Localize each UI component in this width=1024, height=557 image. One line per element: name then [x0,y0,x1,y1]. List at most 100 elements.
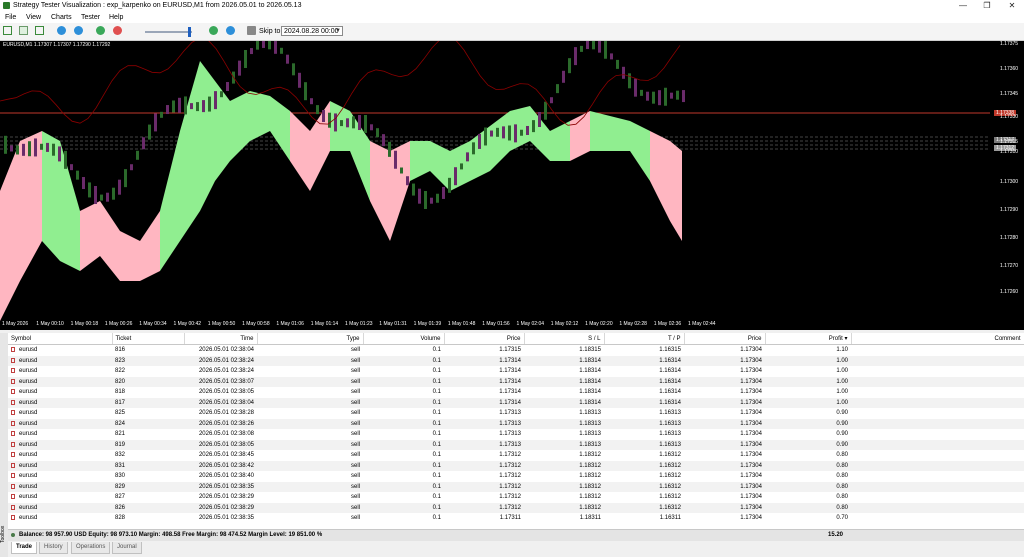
candle [466,152,469,162]
tab-operations[interactable]: Operations [71,542,111,554]
table-row[interactable]: eurusd 819 2026.05.01 02:38:05 sell 0.1 1.173… [8,439,1024,450]
col-stop-loss[interactable]: S / L [524,333,605,345]
stop-icon[interactable] [113,26,122,35]
table-row[interactable]: eurusd 823 2026.05.01 02:38:24 sell 0.1 1.173… [8,355,1024,366]
step-forward-icon[interactable] [209,26,218,35]
trade-table: Symbol Ticket Time Type Volume Price S /… [8,333,1024,542]
col-symbol[interactable]: Symbol [8,333,113,345]
symbol-text: eurusd [19,504,38,511]
cell-stop-loss: 1.18311 [579,515,601,522]
col-take-profit[interactable]: T / P [604,333,685,345]
x-axis-label: 1 May 00:34 [139,321,167,327]
table-row[interactable]: eurusd 828 2026.05.01 02:38:35 sell 0.1 1.173… [8,513,1024,524]
table-row[interactable]: eurusd 832 2026.05.01 02:38:45 sell 0.1 1.173… [8,450,1024,461]
col-price-current[interactable]: Price [684,333,766,345]
cell-time: 2026.05.01 02:38:08 [198,431,254,438]
cloud-segment [270,96,290,161]
zoom-out-icon[interactable] [74,26,83,35]
zoom-in-icon[interactable] [57,26,66,35]
skip-to-date-value: 2024.08.28 00:00 [284,28,339,35]
table-row[interactable]: eurusd 825 2026.05.01 02:38:28 sell 0.1 1.173… [8,408,1024,419]
skip-icon[interactable] [247,26,256,35]
cell-time: 2026.05.01 02:38:04 [198,347,254,354]
tab-history[interactable]: History [39,542,68,554]
cell-price-open: 1.17311 [499,515,521,522]
cell-ticket: 831 [112,460,184,471]
table-row[interactable]: eurusd 822 2026.05.01 02:38:24 sell 0.1 1.173… [8,366,1024,377]
cell-price-open: 1.17312 [444,481,524,492]
tab-journal[interactable]: Journal [112,542,142,554]
cloud-segment [490,111,510,171]
table-row[interactable]: eurusd 820 2026.05.01 02:38:07 sell 0.1 1.173… [8,376,1024,387]
cell-type: sell [350,368,360,375]
col-time[interactable]: Time [184,333,258,345]
sell-order-icon [11,473,15,479]
candle [202,100,205,113]
minimize-button[interactable]: — [951,0,975,12]
table-row[interactable]: eurusd 827 2026.05.01 02:38:29 sell 0.1 1.173… [8,492,1024,503]
skip-to-date-input[interactable]: 2024.08.28 00:00 ▼ [281,26,343,36]
table-row[interactable]: eurusd 831 2026.05.01 02:38:42 sell 0.1 1.173… [8,460,1024,471]
col-type[interactable]: Type [257,333,364,345]
maximize-button[interactable]: ❐ [975,0,999,12]
candle [16,145,19,155]
cell-take-profit: 1.16311 [659,515,681,522]
symbol-text: eurusd [19,378,38,385]
table-row[interactable]: eurusd 826 2026.05.01 02:38:29 sell 0.1 1.173… [8,502,1024,513]
menu-tester[interactable]: Tester [81,13,100,22]
cell-take-profit: 1.16314 [659,368,681,375]
candle [514,124,517,143]
table-row[interactable]: eurusd 824 2026.05.01 02:38:26 sell 0.1 1.173… [8,418,1024,429]
tab-trade[interactable]: Trade [11,542,38,554]
cell-price-open: 1.17313 [444,418,524,429]
bar-chart-icon[interactable] [19,26,28,35]
x-axis-label: 1 May 01:14 [310,321,339,327]
col-price-open[interactable]: Price [444,333,525,345]
candle [280,47,283,54]
candle [136,150,139,160]
cell-comment [851,366,1024,377]
chart-type-icon[interactable] [3,26,12,35]
candles-icon[interactable] [35,26,44,35]
table-row[interactable]: eurusd 818 2026.05.01 02:38:05 sell 0.1 1.173… [8,387,1024,398]
col-comment[interactable]: Comment [851,333,1024,345]
cell-comment [851,492,1024,503]
candle [40,143,43,150]
cell-price-open: 1.17314 [499,368,521,375]
col-volume[interactable]: Volume [363,333,445,345]
x-axis-label: 1 May 00:58 [242,321,270,327]
table-row[interactable]: eurusd 829 2026.05.01 02:38:35 sell 0.1 1.173… [8,481,1024,492]
menu-help[interactable]: Help [109,13,123,22]
cell-time: 2026.05.01 02:38:05 [198,389,254,396]
table-row[interactable]: eurusd 821 2026.05.01 02:38:08 sell 0.1 1.173… [8,429,1024,440]
x-axis-label: 1 May 00:18 [70,321,99,327]
cloud-segment [100,201,120,281]
price-chart[interactable]: EURUSD,M1 1.17307 1.17307 1.17290 1.1729… [0,41,1024,330]
candle [478,133,481,149]
sell-order-icon [11,431,15,437]
cell-volume: 0.1 [363,397,444,408]
table-row[interactable]: eurusd 817 2026.05.01 02:38:04 sell 0.1 1.173… [8,397,1024,408]
menu-view[interactable]: View [26,13,41,22]
cloud-segment [650,131,670,221]
col-profit[interactable]: Profit ▾ [765,333,852,345]
cell-take-profit: 1.16314 [659,389,681,396]
menu-charts[interactable]: Charts [51,13,72,22]
col-ticket[interactable]: Ticket [112,333,185,345]
candle [160,111,163,118]
cell-symbol: eurusd [8,376,112,387]
x-axis-label: 1 May 02:12 [550,321,579,327]
balance-summary-row: Balance: 98 957.90 USD Equity: 98 973.10… [8,529,1024,541]
pause-icon[interactable] [226,26,235,35]
play-icon[interactable] [96,26,105,35]
candle [436,193,439,203]
menu-file[interactable]: File [5,13,16,22]
close-button[interactable]: ✕ [1000,0,1024,12]
chevron-down-icon[interactable]: ▼ [335,27,341,36]
cell-type: sell [257,418,363,429]
speed-slider-thumb[interactable] [188,27,191,37]
cell-volume: 0.1 [363,418,444,429]
table-row[interactable]: eurusd 830 2026.05.01 02:38:40 sell 0.1 1.173… [8,471,1024,482]
table-row[interactable]: eurusd 816 2026.05.01 02:38:04 sell 0.1 1.173… [8,345,1024,356]
speed-slider[interactable] [145,31,192,33]
